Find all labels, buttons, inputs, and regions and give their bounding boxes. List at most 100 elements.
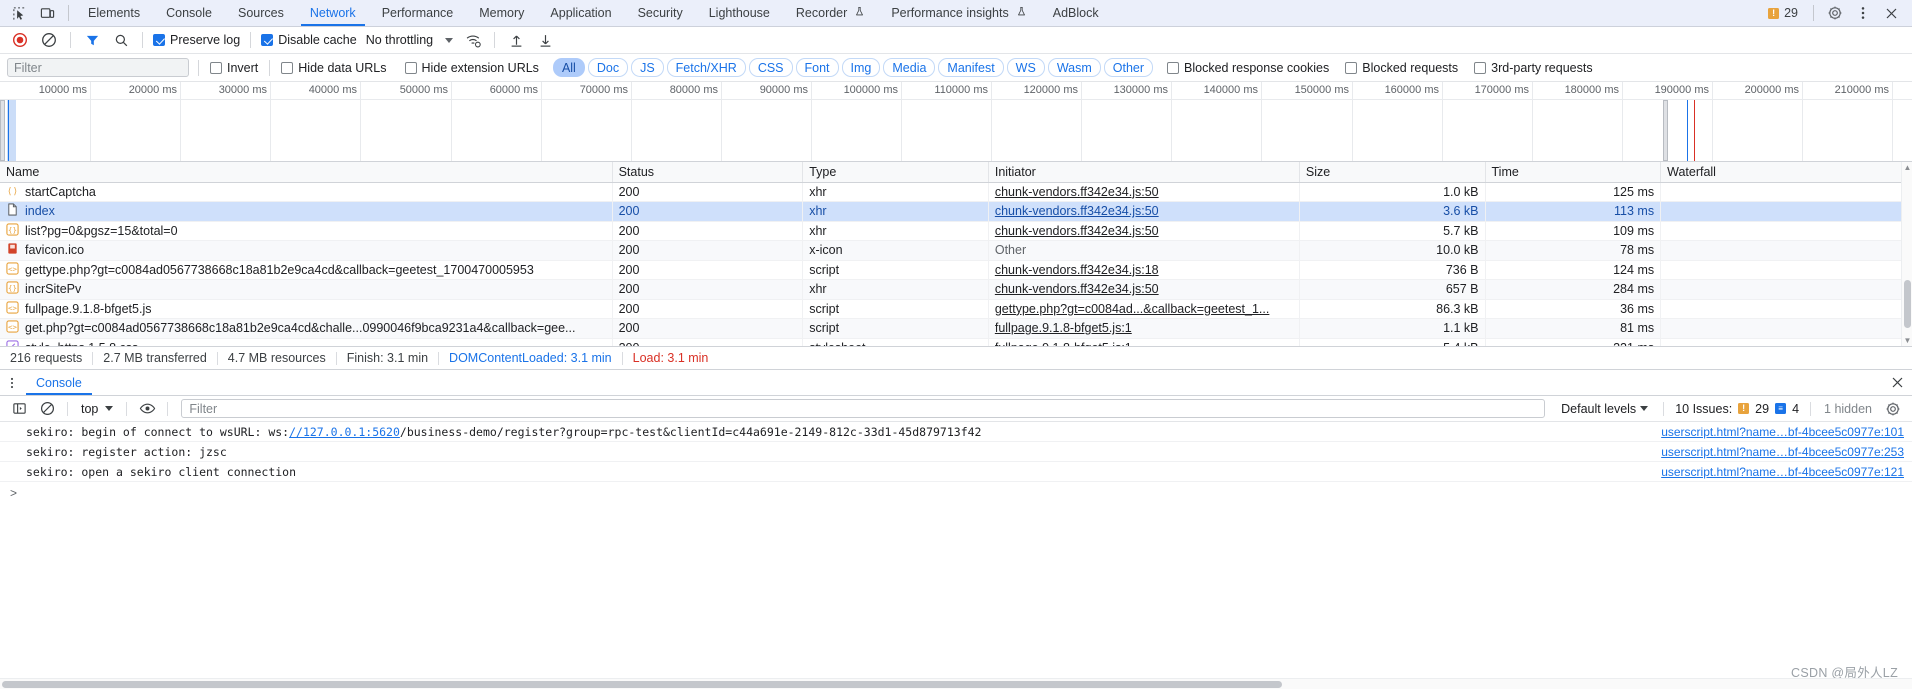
tab-network[interactable]: Network	[297, 0, 369, 26]
tab-recorder[interactable]: Recorder	[783, 0, 878, 26]
search-icon[interactable]	[108, 29, 134, 51]
console-message-link[interactable]: //127.0.0.1:5620	[289, 425, 400, 439]
third-party-requests-checkbox[interactable]: 3rd-party requests	[1472, 61, 1594, 75]
table-row[interactable]: <> get.php?gt=c0084ad0567738668c18a81b2e…	[0, 318, 1912, 339]
network-conditions-icon[interactable]	[460, 29, 486, 51]
type-filter-ws[interactable]: WS	[1006, 58, 1045, 77]
console-horizontal-scrollbar[interactable]	[0, 678, 1912, 689]
drawer-more-vertical-icon[interactable]	[0, 370, 24, 395]
clear-icon[interactable]	[36, 29, 62, 51]
column-header-time[interactable]: Time	[1485, 162, 1662, 183]
tab-security[interactable]: Security	[625, 0, 696, 26]
type-filter-wasm[interactable]: Wasm	[1047, 58, 1101, 77]
column-header-name[interactable]: Name	[0, 162, 613, 183]
type-filter-media[interactable]: Media	[883, 58, 936, 77]
hide-extension-urls-checkbox[interactable]: Hide extension URLs	[403, 61, 541, 75]
initiator-link[interactable]: chunk-vendors.ff342e34.js:50	[995, 224, 1159, 238]
initiator-link[interactable]: fullpage.9.1.8-bfget5.js:1	[995, 341, 1132, 346]
disable-cache-checkbox[interactable]: Disable cache	[259, 33, 359, 47]
type-filter-fetch-xhr[interactable]: Fetch/XHR	[666, 58, 746, 77]
tab-performance[interactable]: Performance	[369, 0, 467, 26]
throttling-dropdown[interactable]: No throttling	[362, 33, 457, 47]
tab-performance-insights[interactable]: Performance insights	[878, 0, 1039, 26]
console-context-selector[interactable]: top	[75, 402, 119, 416]
table-row[interactable]: {} list?pg=0&pgsz=15&total=0 200 xhr chu…	[0, 221, 1912, 241]
column-header-size[interactable]: Size	[1299, 162, 1486, 183]
column-header-type[interactable]: Type	[802, 162, 989, 183]
console-issues-summary[interactable]: 10 Issues: ! 29 ≡ 4	[1671, 402, 1803, 416]
hide-data-urls-checkbox[interactable]: Hide data URLs	[279, 61, 388, 75]
cell-name[interactable]: style_https.1.5.8.css	[0, 338, 613, 346]
gear-icon[interactable]	[1880, 398, 1906, 420]
blocked-requests-checkbox[interactable]: Blocked requests	[1343, 61, 1460, 75]
table-vertical-scrollbar[interactable]: ▲ ▼	[1901, 162, 1912, 346]
table-row[interactable]: style_https.1.5.8.css 200 stylesheet ful…	[0, 338, 1912, 346]
initiator-link[interactable]: fullpage.9.1.8-bfget5.js:1	[995, 321, 1132, 335]
console-message-source-link[interactable]: userscript.html?name…bf-4bcee5c0977e:101	[1645, 425, 1904, 439]
import-har-icon[interactable]	[503, 29, 529, 51]
table-row[interactable]: {} incrSitePv 200 xhr chunk-vendors.ff34…	[0, 279, 1912, 300]
console-filter-input[interactable]	[181, 399, 1546, 418]
drawer-close-icon[interactable]	[1882, 370, 1912, 395]
console-message-source-link[interactable]: userscript.html?name…bf-4bcee5c0977e:253	[1645, 445, 1904, 459]
cell-name[interactable]: ⟨⟩ startCaptcha	[0, 182, 613, 202]
type-filter-font[interactable]: Font	[795, 58, 839, 77]
tab-adblock[interactable]: AdBlock	[1040, 0, 1112, 26]
type-filter-all[interactable]: All	[552, 58, 585, 77]
console-message-source-link[interactable]: userscript.html?name…bf-4bcee5c0977e:121	[1645, 465, 1904, 479]
preserve-log-checkbox[interactable]: Preserve log	[151, 33, 242, 47]
network-filter-input[interactable]	[7, 58, 189, 77]
table-row[interactable]: favicon.ico 200 x-icon Other 10.0 kB 78 …	[0, 240, 1912, 261]
scroll-up-arrow[interactable]: ▲	[1902, 162, 1912, 173]
initiator-link[interactable]: gettype.php?gt=c0084ad...&callback=geete…	[995, 302, 1270, 316]
tab-elements[interactable]: Elements	[75, 0, 153, 26]
type-filter-doc[interactable]: Doc	[587, 58, 629, 77]
column-header-initiator[interactable]: Initiator	[988, 162, 1300, 183]
issues-counter[interactable]: ! 29	[1761, 6, 1805, 20]
tab-console[interactable]: Console	[153, 0, 225, 26]
clear-console-icon[interactable]	[34, 398, 60, 420]
live-expression-icon[interactable]	[134, 398, 160, 420]
tab-application[interactable]: Application	[537, 0, 624, 26]
cell-name[interactable]: {} list?pg=0&pgsz=15&total=0	[0, 221, 613, 241]
cell-name[interactable]: <> fullpage.9.1.8-bfget5.js	[0, 299, 613, 319]
initiator-link[interactable]: chunk-vendors.ff342e34.js:50	[995, 185, 1159, 199]
cell-name[interactable]: <> gettype.php?gt=c0084ad0567738668c18a8…	[0, 260, 613, 280]
hscrollbar-thumb[interactable]	[2, 681, 1282, 688]
record-stop-icon[interactable]	[7, 29, 33, 51]
type-filter-js[interactable]: JS	[631, 58, 664, 77]
funnel-icon[interactable]	[79, 29, 105, 51]
initiator-link[interactable]: chunk-vendors.ff342e34.js:50	[995, 282, 1159, 296]
type-filter-img[interactable]: Img	[841, 58, 881, 77]
table-row[interactable]: index 200 xhr chunk-vendors.ff342e34.js:…	[0, 201, 1912, 222]
console-levels-dropdown[interactable]: Default levels	[1553, 402, 1656, 416]
tab-sources[interactable]: Sources	[225, 0, 297, 26]
device-toolbar-icon[interactable]	[34, 1, 60, 25]
scroll-down-arrow[interactable]: ▼	[1902, 335, 1912, 346]
console-sidebar-icon[interactable]	[6, 398, 32, 420]
cell-name[interactable]: {} incrSitePv	[0, 279, 613, 300]
timeline-selection-right-handle[interactable]	[1663, 100, 1668, 161]
initiator-link[interactable]: chunk-vendors.ff342e34.js:18	[995, 263, 1159, 277]
table-row[interactable]: ⟨⟩ startCaptcha 200 xhr chunk-vendors.ff…	[0, 182, 1912, 202]
table-row[interactable]: <> fullpage.9.1.8-bfget5.js 200 script g…	[0, 299, 1912, 319]
timeline-selection-left-handle[interactable]	[0, 100, 5, 161]
type-filter-other[interactable]: Other	[1103, 58, 1154, 77]
console-prompt[interactable]: >	[0, 482, 1912, 503]
column-header-waterfall[interactable]: Waterfall	[1660, 162, 1912, 183]
cell-name[interactable]: favicon.ico	[0, 240, 613, 261]
scrollbar-thumb[interactable]	[1904, 280, 1911, 328]
export-har-icon[interactable]	[532, 29, 558, 51]
cell-name[interactable]: index	[0, 201, 613, 222]
type-filter-css[interactable]: CSS	[748, 58, 793, 77]
type-filter-manifest[interactable]: Manifest	[938, 58, 1004, 77]
more-vertical-icon[interactable]	[1850, 1, 1876, 25]
network-timeline-overview[interactable]: 10000 ms 20000 ms 30000 ms 40000 ms 5000…	[0, 82, 1912, 162]
inspect-element-icon[interactable]	[6, 1, 32, 25]
tab-memory[interactable]: Memory	[466, 0, 537, 26]
drawer-tab-console[interactable]: Console	[24, 370, 94, 395]
column-header-status[interactable]: Status	[612, 162, 804, 183]
tab-lighthouse[interactable]: Lighthouse	[696, 0, 783, 26]
cell-name[interactable]: <> get.php?gt=c0084ad0567738668c18a81b2e…	[0, 318, 613, 339]
invert-checkbox[interactable]: Invert	[208, 61, 260, 75]
